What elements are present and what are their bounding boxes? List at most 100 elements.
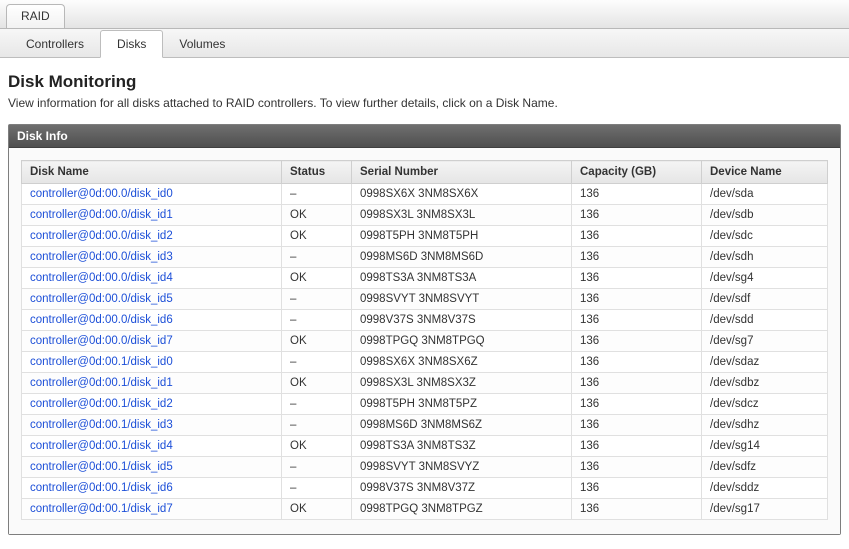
disk-name-link[interactable]: controller@0d:00.1/disk_id4 (22, 436, 282, 457)
tab-volumes[interactable]: Volumes (163, 31, 241, 57)
table-row: controller@0d:00.0/disk_id4OK0998TS3A 3N… (22, 268, 828, 289)
table-row: controller@0d:00.1/disk_id1OK0998SX3L 3N… (22, 373, 828, 394)
disk-serial: 0998T5PH 3NM8T5PZ (352, 394, 572, 415)
disk-capacity: 136 (572, 415, 702, 436)
disk-capacity: 136 (572, 205, 702, 226)
disk-name-link[interactable]: controller@0d:00.1/disk_id2 (22, 394, 282, 415)
disk-name-link[interactable]: controller@0d:00.1/disk_id5 (22, 457, 282, 478)
col-header[interactable]: Device Name (702, 161, 828, 184)
disk-name-link[interactable]: controller@0d:00.1/disk_id3 (22, 415, 282, 436)
disk-status: – (282, 247, 352, 268)
disk-serial: 0998T5PH 3NM8T5PH (352, 226, 572, 247)
disk-device: /dev/sdaz (702, 352, 828, 373)
disk-name-link[interactable]: controller@0d:00.0/disk_id6 (22, 310, 282, 331)
disk-serial: 0998TS3A 3NM8TS3A (352, 268, 572, 289)
col-header[interactable]: Disk Name (22, 161, 282, 184)
disk-capacity: 136 (572, 436, 702, 457)
disk-capacity: 136 (572, 247, 702, 268)
tab-controllers[interactable]: Controllers (10, 31, 100, 57)
disk-device: /dev/sdf (702, 289, 828, 310)
disk-status: OK (282, 226, 352, 247)
disk-name-link[interactable]: controller@0d:00.0/disk_id1 (22, 205, 282, 226)
disk-device: /dev/sdd (702, 310, 828, 331)
disk-capacity: 136 (572, 226, 702, 247)
disk-device: /dev/sda (702, 184, 828, 205)
disk-serial: 0998SVYT 3NM8SVYZ (352, 457, 572, 478)
disk-status: – (282, 352, 352, 373)
col-header[interactable]: Capacity (GB) (572, 161, 702, 184)
disk-status: – (282, 289, 352, 310)
disk-status: – (282, 310, 352, 331)
page-subtitle: View information for all disks attached … (8, 96, 841, 110)
disk-device: /dev/sg4 (702, 268, 828, 289)
disk-status: OK (282, 331, 352, 352)
disk-device: /dev/sdbz (702, 373, 828, 394)
sub-tab-bar: ControllersDisksVolumes (0, 29, 849, 58)
disk-name-link[interactable]: controller@0d:00.0/disk_id0 (22, 184, 282, 205)
disk-capacity: 136 (572, 289, 702, 310)
disk-name-link[interactable]: controller@0d:00.0/disk_id7 (22, 331, 282, 352)
disk-serial: 0998MS6D 3NM8MS6D (352, 247, 572, 268)
disk-device: /dev/sdb (702, 205, 828, 226)
disk-capacity: 136 (572, 394, 702, 415)
table-row: controller@0d:00.0/disk_id3–0998MS6D 3NM… (22, 247, 828, 268)
col-header[interactable]: Status (282, 161, 352, 184)
table-row: controller@0d:00.1/disk_id7OK0998TPGQ 3N… (22, 499, 828, 520)
disk-status: – (282, 394, 352, 415)
disk-status: OK (282, 373, 352, 394)
disk-serial: 0998SX6X 3NM8SX6Z (352, 352, 572, 373)
disk-device: /dev/sddz (702, 478, 828, 499)
disk-serial: 0998SVYT 3NM8SVYT (352, 289, 572, 310)
disk-device: /dev/sdcz (702, 394, 828, 415)
disk-capacity: 136 (572, 352, 702, 373)
disk-status: – (282, 478, 352, 499)
disk-capacity: 136 (572, 499, 702, 520)
top-tab-bar: RAID (0, 0, 849, 29)
disk-name-link[interactable]: controller@0d:00.1/disk_id0 (22, 352, 282, 373)
disk-capacity: 136 (572, 268, 702, 289)
disk-name-link[interactable]: controller@0d:00.0/disk_id4 (22, 268, 282, 289)
col-header[interactable]: Serial Number (352, 161, 572, 184)
disk-serial: 0998TPGQ 3NM8TPGQ (352, 331, 572, 352)
disk-status: – (282, 415, 352, 436)
disk-serial: 0998SX3L 3NM8SX3L (352, 205, 572, 226)
tab-raid[interactable]: RAID (6, 4, 65, 28)
disk-device: /dev/sg17 (702, 499, 828, 520)
page-title: Disk Monitoring (8, 72, 841, 92)
table-row: controller@0d:00.1/disk_id2–0998T5PH 3NM… (22, 394, 828, 415)
table-row: controller@0d:00.1/disk_id0–0998SX6X 3NM… (22, 352, 828, 373)
disk-status: – (282, 184, 352, 205)
disk-capacity: 136 (572, 478, 702, 499)
disk-serial: 0998TS3A 3NM8TS3Z (352, 436, 572, 457)
table-row: controller@0d:00.1/disk_id4OK0998TS3A 3N… (22, 436, 828, 457)
table-row: controller@0d:00.1/disk_id3–0998MS6D 3NM… (22, 415, 828, 436)
disk-serial: 0998SX6X 3NM8SX6X (352, 184, 572, 205)
disk-status: OK (282, 499, 352, 520)
disk-name-link[interactable]: controller@0d:00.1/disk_id6 (22, 478, 282, 499)
disk-name-link[interactable]: controller@0d:00.0/disk_id3 (22, 247, 282, 268)
disk-capacity: 136 (572, 331, 702, 352)
disk-device: /dev/sdc (702, 226, 828, 247)
table-row: controller@0d:00.0/disk_id6–0998V37S 3NM… (22, 310, 828, 331)
disk-status: OK (282, 205, 352, 226)
disk-status: – (282, 457, 352, 478)
tab-disks[interactable]: Disks (100, 30, 163, 58)
table-row: controller@0d:00.1/disk_id5–0998SVYT 3NM… (22, 457, 828, 478)
disk-device: /dev/sdh (702, 247, 828, 268)
disk-capacity: 136 (572, 184, 702, 205)
table-row: controller@0d:00.0/disk_id1OK0998SX3L 3N… (22, 205, 828, 226)
disk-device: /dev/sdhz (702, 415, 828, 436)
disk-name-link[interactable]: controller@0d:00.0/disk_id5 (22, 289, 282, 310)
table-row: controller@0d:00.0/disk_id7OK0998TPGQ 3N… (22, 331, 828, 352)
disk-serial: 0998SX3L 3NM8SX3Z (352, 373, 572, 394)
disk-name-link[interactable]: controller@0d:00.0/disk_id2 (22, 226, 282, 247)
disk-status: OK (282, 268, 352, 289)
table-row: controller@0d:00.1/disk_id6–0998V37S 3NM… (22, 478, 828, 499)
disk-capacity: 136 (572, 310, 702, 331)
disk-name-link[interactable]: controller@0d:00.1/disk_id1 (22, 373, 282, 394)
disk-capacity: 136 (572, 457, 702, 478)
disk-device: /dev/sg7 (702, 331, 828, 352)
disk-serial: 0998TPGQ 3NM8TPGZ (352, 499, 572, 520)
disk-table: Disk NameStatusSerial NumberCapacity (GB… (21, 160, 828, 520)
disk-name-link[interactable]: controller@0d:00.1/disk_id7 (22, 499, 282, 520)
